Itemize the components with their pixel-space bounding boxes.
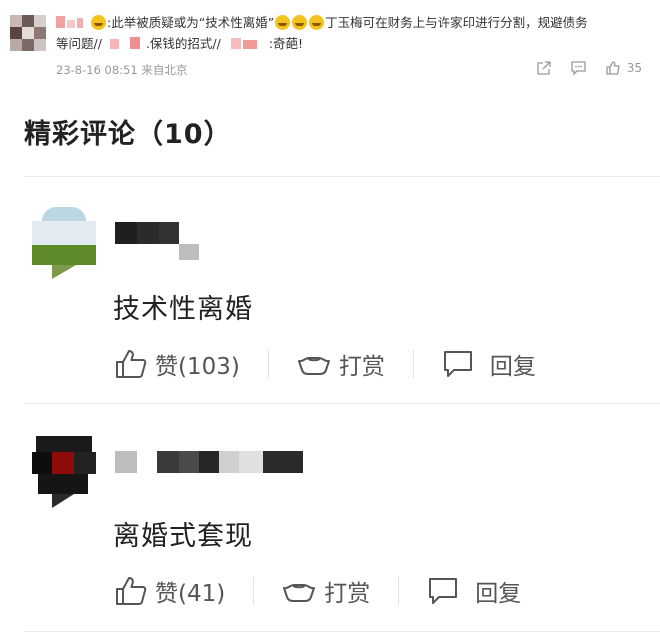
username-mask: [225, 37, 269, 49]
ingot-icon: [283, 584, 316, 602]
ingot-icon: [297, 357, 330, 375]
like-label: 赞(103): [155, 354, 240, 380]
post-time: 23-8-16 08:51: [56, 63, 138, 77]
share-button[interactable]: [536, 60, 552, 76]
comment-button[interactable]: [570, 60, 587, 76]
divider: [267, 350, 269, 378]
reply-button[interactable]: 回复: [442, 347, 536, 381]
reply-icon: [443, 351, 472, 377]
comment-actions: 赞(103) 打赏 回复: [115, 347, 536, 381]
tip-label: 打赏: [324, 581, 371, 607]
comment-content: 离婚式套现: [113, 521, 253, 552]
reply-label: 回复: [475, 581, 522, 607]
quoted-post-text: :此举被质疑或为“技术性离婚” 丁玉梅可在财务上与许家印进行分割，规避债务 等问题…: [56, 15, 588, 51]
commenter-name-mask: [115, 449, 305, 473]
sweat-smile-emoji-icon: [309, 15, 325, 30]
sweat-smile-emoji-icon: [292, 15, 308, 30]
share-icon: [537, 61, 551, 75]
section-title: 精彩评论（10）: [24, 119, 232, 150]
post-source: 来自北京: [141, 63, 188, 77]
sweat-smile-emoji-icon: [275, 15, 291, 30]
comment-item: 技术性离婚 赞(103) 打赏 回复: [0, 177, 660, 403]
thumbs-up-icon: [116, 577, 147, 605]
like-button[interactable]: 赞(103): [115, 347, 240, 381]
reply-label: 回复: [489, 354, 536, 380]
like-button[interactable]: 35: [605, 60, 642, 76]
thumbs-up-icon: [116, 350, 147, 378]
tip-button[interactable]: 打赏: [297, 347, 385, 381]
comment-actions: 赞(41) 打赏 回复: [115, 574, 521, 608]
username-mask: [56, 16, 90, 28]
username-mask: [106, 37, 146, 49]
like-label: 赞(41): [155, 581, 226, 607]
comment-icon: [571, 61, 586, 76]
emoji-icon: [91, 15, 106, 30]
like-count: 35: [626, 61, 642, 75]
quoted-post: :此举被质疑或为“技术性离婚” 丁玉梅可在财务上与许家印进行分割，规避债务 等问题…: [0, 0, 660, 95]
comment-item: 离婚式套现 赞(41) 打赏 回复: [0, 404, 660, 632]
tip-button[interactable]: 打赏: [282, 574, 370, 608]
comment-content: 技术性离婚: [113, 294, 253, 325]
thumbs-up-icon: [606, 61, 620, 75]
divider: [412, 350, 414, 378]
post-avatar[interactable]: [10, 15, 46, 51]
reply-button[interactable]: 回复: [427, 574, 521, 608]
tip-label: 打赏: [338, 354, 385, 380]
commenter-avatar[interactable]: [32, 207, 96, 279]
commenter-name-mask: [115, 222, 205, 260]
divider: [398, 577, 400, 605]
reply-icon: [429, 578, 458, 604]
divider: [24, 631, 660, 632]
divider: [253, 577, 255, 605]
like-button[interactable]: 赞(41): [115, 574, 225, 608]
commenter-avatar[interactable]: [32, 436, 96, 508]
post-actions: 35: [536, 60, 642, 76]
post-meta: 23-8-16 08:51 来自北京: [56, 62, 187, 78]
